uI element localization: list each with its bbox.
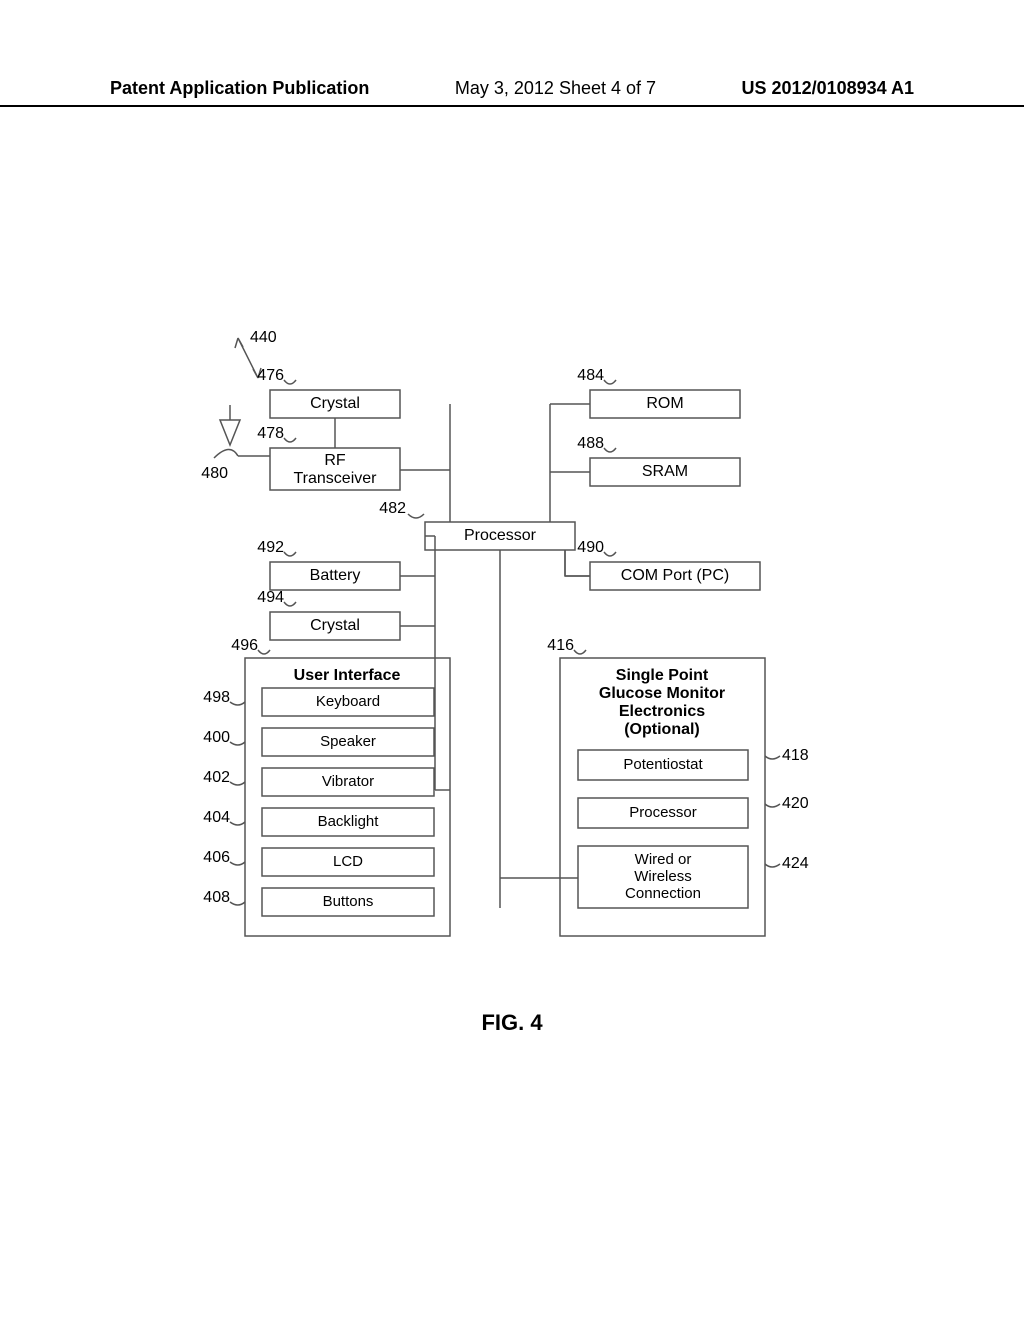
ref-408: 408 <box>203 889 230 906</box>
title-spgm4: (Optional) <box>624 721 700 738</box>
leader-402 <box>230 782 245 785</box>
ref-476: 476 <box>257 367 284 384</box>
label-keyboard: Keyboard <box>316 693 380 710</box>
ref-406: 406 <box>203 849 230 866</box>
leader-400 <box>230 742 245 745</box>
leader-490 <box>604 552 616 556</box>
label-vibrator: Vibrator <box>322 773 374 790</box>
label-potentiostat: Potentiostat <box>623 756 703 773</box>
ref-478: 478 <box>257 425 284 442</box>
leader-424 <box>765 864 780 867</box>
title-user-interface: User Interface <box>294 667 401 684</box>
header-mid: May 3, 2012 Sheet 4 of 7 <box>455 78 656 99</box>
ref-498: 498 <box>203 689 230 706</box>
ref-416: 416 <box>547 637 574 654</box>
leader-404 <box>230 822 245 825</box>
title-spgm3: Electronics <box>619 703 705 720</box>
figure-caption: FIG. 4 <box>0 1010 1024 1036</box>
leader-492 <box>284 552 296 556</box>
leader-482 <box>408 514 424 518</box>
leader-488 <box>604 448 616 452</box>
leader-408 <box>230 902 245 905</box>
label-sram: SRAM <box>642 463 688 480</box>
label-battery: Battery <box>310 567 361 584</box>
label-rf1: RF <box>324 452 346 469</box>
ref-424: 424 <box>782 855 809 872</box>
ref-492: 492 <box>257 539 284 556</box>
ref-490: 490 <box>577 539 604 556</box>
ref-488: 488 <box>577 435 604 452</box>
page-header: Patent Application Publication May 3, 20… <box>0 78 1024 107</box>
leader-494 <box>284 602 296 606</box>
label-wwc3: Connection <box>625 885 701 902</box>
leader-484 <box>604 380 616 384</box>
label-comport: COM Port (PC) <box>621 567 729 584</box>
header-right: US 2012/0108934 A1 <box>742 78 914 99</box>
header-left: Patent Application Publication <box>110 78 369 99</box>
label-buttons: Buttons <box>323 893 374 910</box>
label-lcd: LCD <box>333 853 363 870</box>
label-wwc2: Wireless <box>634 868 692 885</box>
ref-400: 400 <box>203 729 230 746</box>
ref-494: 494 <box>257 589 284 606</box>
label-speaker: Speaker <box>320 733 376 750</box>
label-proc2: Processor <box>629 804 697 821</box>
ref-484: 484 <box>577 367 604 384</box>
label-processor: Processor <box>464 527 537 544</box>
label-rom: ROM <box>646 395 683 412</box>
leader-418 <box>765 756 780 759</box>
ref-496: 496 <box>231 637 258 654</box>
leader-496 <box>258 650 270 654</box>
ref-420: 420 <box>782 795 809 812</box>
leader-478 <box>284 438 296 442</box>
leader-420 <box>765 804 780 807</box>
ref-402: 402 <box>203 769 230 786</box>
ref-480: 480 <box>201 465 228 482</box>
ref-440: 440 <box>250 329 277 346</box>
ref-482: 482 <box>379 500 406 517</box>
title-spgm2: Glucose Monitor <box>599 685 725 702</box>
antenna-icon: 480 <box>201 405 240 482</box>
label-backlight: Backlight <box>318 813 380 830</box>
title-spgm1: Single Point <box>616 667 709 684</box>
leader-498 <box>230 702 245 705</box>
label-crystal-top: Crystal <box>310 395 360 412</box>
leader-406 <box>230 862 245 865</box>
leader-416 <box>574 650 586 654</box>
label-crystal-lower: Crystal <box>310 617 360 634</box>
label-wwc1: Wired or <box>635 851 692 868</box>
ref-404: 404 <box>203 809 230 826</box>
ref-418: 418 <box>782 747 809 764</box>
label-rf2: Transceiver <box>294 470 378 487</box>
block-diagram: 440 480 Crystal 476 RF Transceiver 478 R… <box>190 330 820 980</box>
leader-476 <box>284 380 296 384</box>
